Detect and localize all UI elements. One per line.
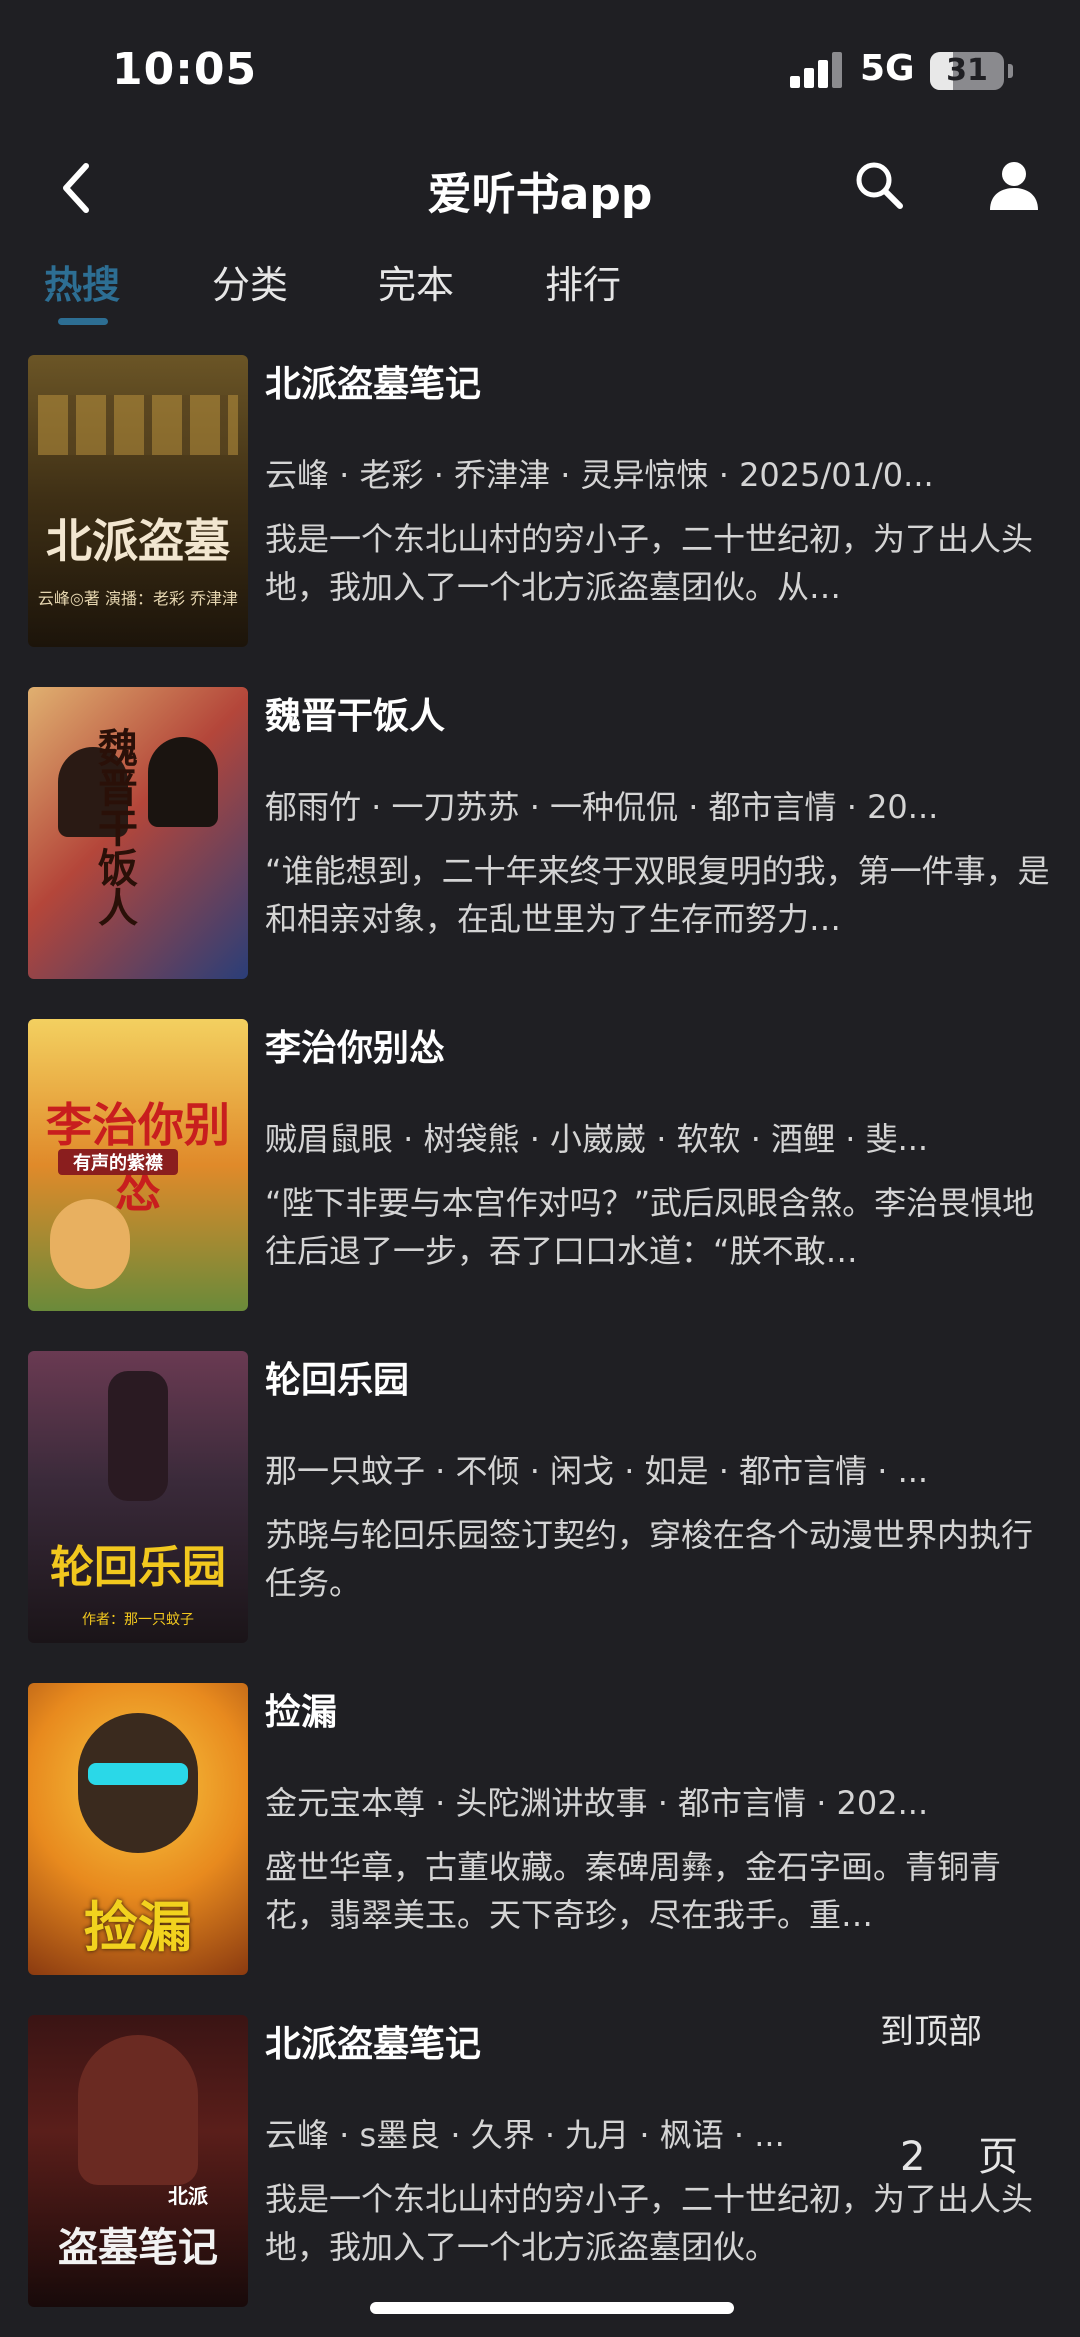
search-icon <box>856 162 903 209</box>
battery-cap <box>1008 64 1013 78</box>
status-bar: 10:05 5G 31 <box>0 0 1080 140</box>
status-time: 10:05 <box>112 44 258 95</box>
search-button[interactable] <box>850 156 910 216</box>
network-type: 5G <box>860 48 915 89</box>
book-cover[interactable]: 魏晋干饭人 <box>28 687 248 979</box>
book-cover[interactable]: 北派盗墓 云峰◎著 演播：老彩 乔津津 <box>28 355 248 647</box>
user-icon <box>990 162 1038 210</box>
book-title[interactable]: 魏晋干饭人 <box>265 687 445 739</box>
cover-title: 捡漏 <box>84 1895 192 1959</box>
cover-title: 北派盗墓 <box>46 514 230 568</box>
book-meta: 云峰 · 老彩 · 乔津津 · 灵异惊悚 · 2025/01/0... <box>265 456 934 494</box>
book-cover[interactable]: 捡漏 <box>28 1683 248 1975</box>
book-meta: 贼眉鼠眼 · 树袋熊 · 小崴崴 · 软软 · 酒鲤 · 斐... <box>265 1120 929 1158</box>
book-description: “陛下非要与本宫作对吗？”武后凤眼含煞。李治畏惧地往后退了一步，吞了口口水道：“… <box>265 1184 1035 1270</box>
book-meta: 郁雨竹 · 一刀苏苏 · 一种侃侃 · 都市言情 · 20... <box>265 788 939 826</box>
cover-title: 盗墓笔记 <box>58 2224 218 2271</box>
book-cover[interactable]: 北派 盗墓笔记 <box>28 2015 248 2307</box>
tab-completed[interactable]: 完本 <box>378 254 454 309</box>
book-cover[interactable]: 轮回乐园 作者：那一只蚊子 <box>28 1351 248 1643</box>
tab-ranking[interactable]: 排行 <box>545 254 621 309</box>
cover-subtitle: 有声的紫襟 <box>58 1149 178 1175</box>
list-item[interactable]: 北派盗墓 云峰◎著 演播：老彩 乔津津 北派盗墓笔记 云峰 · 老彩 · 乔津津… <box>0 355 1080 655</box>
book-description: 苏晓与轮回乐园签订契约，穿梭在各个动漫世界内执行任务。 <box>265 1516 1034 1602</box>
book-description: 盛世华章，古董收藏。秦碑周彝，金石字画。青铜青花，翡翠美玉。天下奇珍，尽在我手。… <box>265 1848 1002 1934</box>
cellular-signal-icon <box>790 52 842 88</box>
book-title[interactable]: 李治你别怂 <box>265 1019 445 1071</box>
page-indicator[interactable]: 2 页 <box>900 2124 1018 2182</box>
book-title[interactable]: 捡漏 <box>265 1683 337 1735</box>
cover-subtitle: 北派 <box>168 2184 208 2208</box>
list-item[interactable]: 魏晋干饭人 魏晋干饭人 郁雨竹 · 一刀苏苏 · 一种侃侃 · 都市言情 · 2… <box>0 687 1080 987</box>
user-button[interactable] <box>982 154 1046 218</box>
tab-hot-search[interactable]: 热搜 <box>44 254 120 309</box>
book-description: 我是一个东北山村的穷小子，二十世纪初，为了出人头地，我加入了一个北方派盗墓团伙。… <box>265 520 1034 606</box>
back-to-top-button[interactable]: 到顶部 <box>880 2004 982 2053</box>
book-description: “谁能想到，二十年来终于双眼复明的我，第一件事，是和相亲对象，在乱世里为了生存而… <box>265 852 1050 938</box>
book-title[interactable]: 轮回乐园 <box>265 1351 409 1403</box>
active-tab-indicator <box>58 318 108 325</box>
list-item[interactable]: 轮回乐园 作者：那一只蚊子 轮回乐园 那一只蚊子 · 不倾 · 闲戈 · 如是 … <box>0 1351 1080 1651</box>
tab-category[interactable]: 分类 <box>212 254 288 309</box>
book-description: 我是一个东北山村的穷小子，二十世纪初，为了出人头地，我加入了一个北方派盗墓团伙。 <box>265 2180 1034 2266</box>
cover-subtitle: 云峰◎著 演播：老彩 乔津津 <box>37 589 239 608</box>
page-title: 爱听书app <box>427 169 653 220</box>
book-title[interactable]: 北派盗墓笔记 <box>265 2015 481 2067</box>
list-item[interactable]: 李治你别怂 有声的紫襟 李治你别怂 贼眉鼠眼 · 树袋熊 · 小崴崴 · 软软 … <box>0 1019 1080 1319</box>
book-cover[interactable]: 李治你别怂 有声的紫襟 <box>28 1019 248 1311</box>
nav-bar: 爱听书app <box>0 140 1080 236</box>
home-indicator[interactable] <box>370 2302 734 2314</box>
category-tabs: 热搜 分类 完本 排行 <box>0 248 1080 328</box>
cover-title: 魏晋干饭人 <box>91 727 138 927</box>
page-number: 2 <box>900 2134 926 2180</box>
list-item[interactable]: 捡漏 捡漏 金元宝本尊 · 头陀渊讲故事 · 都市言情 · 202... 盛世华… <box>0 1683 1080 1983</box>
battery-level: 31 <box>946 53 988 88</box>
book-title[interactable]: 北派盗墓笔记 <box>265 355 481 407</box>
page-unit: 页 <box>978 2134 1019 2180</box>
cover-title: 轮回乐园 <box>50 1542 226 1593</box>
book-meta: 那一只蚊子 · 不倾 · 闲戈 · 如是 · 都市言情 · ... <box>265 1452 929 1490</box>
cover-subtitle: 作者：那一只蚊子 <box>82 1612 194 1628</box>
battery-icon: 31 <box>930 52 1004 90</box>
book-meta: 金元宝本尊 · 头陀渊讲故事 · 都市言情 · 202... <box>265 1784 929 1822</box>
